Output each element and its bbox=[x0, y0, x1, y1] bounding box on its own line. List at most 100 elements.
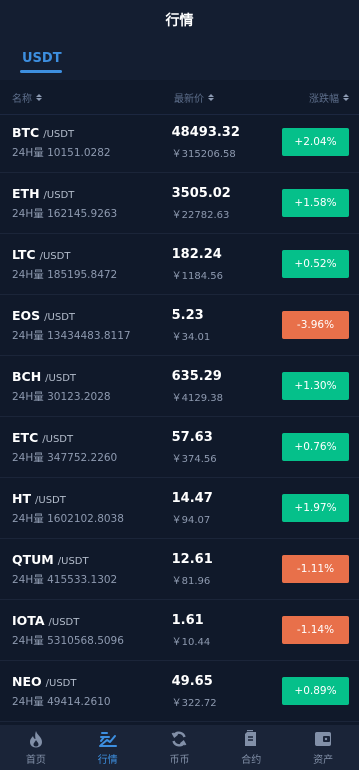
row-price-cell: 1.61 ￥10.44 bbox=[172, 613, 282, 648]
change-badge[interactable]: -3.96% bbox=[282, 311, 349, 339]
column-header: 名称 最新价 涨跌幅 bbox=[0, 80, 359, 115]
pair-symbol: IOTA bbox=[12, 612, 45, 628]
pair-quote: /USDT bbox=[48, 616, 80, 628]
last-price: 1.61 bbox=[171, 612, 204, 628]
change-badge[interactable]: +0.76% bbox=[282, 433, 349, 461]
change-badge[interactable]: +0.89% bbox=[282, 677, 349, 705]
pair-volume: 24H量 5310568.5096 bbox=[12, 634, 124, 647]
pair-line: BTC/USDT bbox=[12, 125, 172, 140]
pair-line: HT/USDT bbox=[12, 491, 172, 506]
row-change-cell: +0.76% bbox=[282, 433, 349, 461]
last-price: 12.61 bbox=[171, 551, 213, 567]
pair-volume: 24H量 185195.8472 bbox=[12, 268, 118, 281]
pair-line: QTUM/USDT bbox=[12, 552, 172, 567]
row-name-cell: NEO/USDT 24H量 49414.2610 bbox=[12, 674, 172, 709]
pair-volume: 24H量 162145.9263 bbox=[12, 207, 118, 220]
pair-symbol: LTC bbox=[12, 246, 36, 262]
tabbar-item-home[interactable]: 首页 bbox=[0, 725, 72, 770]
pair-symbol: QTUM bbox=[12, 551, 54, 567]
pair-symbol: BCH bbox=[12, 368, 42, 384]
row-name-cell: LTC/USDT 24H量 185195.8472 bbox=[12, 247, 172, 282]
change-badge[interactable]: +1.97% bbox=[282, 494, 349, 522]
table-row[interactable]: IOTA/USDT 24H量 5310568.5096 1.61 ￥10.44 -1.1… bbox=[0, 600, 359, 661]
sort-by-price[interactable]: 最新价 bbox=[174, 90, 294, 105]
pair-quote: /USDT bbox=[43, 128, 75, 140]
pair-quote: /USDT bbox=[43, 189, 75, 201]
pair-quote: /USDT bbox=[39, 250, 71, 262]
last-price: 49.65 bbox=[171, 673, 213, 689]
row-name-cell: QTUM/USDT 24H量 415533.1302 bbox=[12, 552, 172, 587]
change-badge[interactable]: -1.11% bbox=[282, 555, 349, 583]
market-list: BTC/USDT 24H量 10151.0282 48493.32 ￥315206.5… bbox=[0, 112, 359, 722]
row-price-cell: 48493.32 ￥315206.58 bbox=[172, 125, 282, 160]
column-price-label: 最新价 bbox=[174, 93, 204, 105]
row-name-cell: HT/USDT 24H量 1602102.8038 bbox=[12, 491, 172, 526]
app-root: 行情 USDT 名称 最新价 涨跌幅 BTC/USDT 24H量 10151.02… bbox=[0, 0, 359, 770]
row-name-cell: BTC/USDT 24H量 10151.0282 bbox=[12, 125, 172, 160]
row-change-cell: +1.58% bbox=[282, 189, 349, 217]
tabbar-item-contract[interactable]: 合约 bbox=[215, 725, 287, 770]
tabbar-label: 首页 bbox=[25, 754, 46, 766]
pair-symbol: ETH bbox=[12, 185, 40, 201]
row-change-cell: +1.97% bbox=[282, 494, 349, 522]
table-row[interactable]: NEO/USDT 24H量 49414.2610 49.65 ￥322.72 +0.89… bbox=[0, 661, 359, 722]
pair-symbol: HT bbox=[12, 490, 31, 506]
tabbar-item-exchange[interactable]: 币币 bbox=[144, 725, 216, 770]
wallet-icon bbox=[314, 730, 332, 748]
change-badge[interactable]: +1.58% bbox=[282, 189, 349, 217]
row-price-cell: 5.23 ￥34.01 bbox=[172, 308, 282, 343]
pair-symbol: ETC bbox=[12, 429, 39, 445]
pair-volume: 24H量 30123.2028 bbox=[12, 390, 111, 403]
table-row[interactable]: QTUM/USDT 24H量 415533.1302 12.61 ￥81.96 -1.1… bbox=[0, 539, 359, 600]
change-badge[interactable]: +0.52% bbox=[282, 250, 349, 278]
chart-lines-icon bbox=[98, 730, 117, 748]
row-change-cell: -1.14% bbox=[282, 616, 349, 644]
row-name-cell: ETH/USDT 24H量 162145.9263 bbox=[12, 186, 172, 221]
table-row[interactable]: ETH/USDT 24H量 162145.9263 3505.02 ￥22782.63… bbox=[0, 173, 359, 234]
cny-price: ￥81.96 bbox=[171, 575, 211, 587]
change-badge[interactable]: +2.04% bbox=[282, 128, 349, 156]
pair-quote: /USDT bbox=[45, 372, 77, 384]
table-row[interactable]: ETC/USDT 24H量 347752.2260 57.63 ￥374.56 +0.7… bbox=[0, 417, 359, 478]
tab-active-indicator bbox=[20, 70, 62, 73]
row-change-cell: +2.04% bbox=[282, 128, 349, 156]
sort-icon bbox=[343, 93, 349, 101]
row-change-cell: -1.11% bbox=[282, 555, 349, 583]
pair-quote: /USDT bbox=[44, 311, 76, 323]
row-name-cell: ETC/USDT 24H量 347752.2260 bbox=[12, 430, 172, 465]
tab-usdt[interactable]: USDT bbox=[22, 51, 62, 66]
change-badge[interactable]: -1.14% bbox=[282, 616, 349, 644]
row-price-cell: 182.24 ￥1184.56 bbox=[172, 247, 282, 282]
row-change-cell: +0.89% bbox=[282, 677, 349, 705]
tabbar-item-assets[interactable]: 资产 bbox=[287, 725, 359, 770]
row-price-cell: 57.63 ￥374.56 bbox=[172, 430, 282, 465]
row-change-cell: +1.30% bbox=[282, 372, 349, 400]
last-price: 182.24 bbox=[171, 246, 222, 262]
sort-by-name[interactable]: 名称 bbox=[12, 90, 174, 105]
cny-price: ￥10.44 bbox=[171, 636, 211, 648]
row-name-cell: BCH/USDT 24H量 30123.2028 bbox=[12, 369, 172, 404]
table-row[interactable]: LTC/USDT 24H量 185195.8472 182.24 ￥1184.56 +0… bbox=[0, 234, 359, 295]
last-price: 3505.02 bbox=[171, 185, 231, 201]
row-price-cell: 14.47 ￥94.07 bbox=[172, 491, 282, 526]
top-header: 行情 bbox=[0, 0, 359, 40]
row-price-cell: 12.61 ￥81.96 bbox=[172, 552, 282, 587]
change-badge[interactable]: +1.30% bbox=[282, 372, 349, 400]
document-icon bbox=[242, 729, 260, 748]
pair-line: IOTA/USDT bbox=[12, 613, 172, 628]
cny-price: ￥1184.56 bbox=[171, 270, 223, 282]
table-row[interactable]: BTC/USDT 24H量 10151.0282 48493.32 ￥315206.5… bbox=[0, 112, 359, 173]
pair-line: ETC/USDT bbox=[12, 430, 172, 445]
sort-by-change[interactable]: 涨跌幅 bbox=[294, 90, 349, 105]
row-name-cell: EOS/USDT 24H量 13434483.8117 bbox=[12, 308, 172, 343]
table-row[interactable]: EOS/USDT 24H量 13434483.8117 5.23 ￥34.01 -3.9… bbox=[0, 295, 359, 356]
table-row[interactable]: HT/USDT 24H量 1602102.8038 14.47 ￥94.07 +1.97… bbox=[0, 478, 359, 539]
table-row[interactable]: BCH/USDT 24H量 30123.2028 635.29 ￥4129.38 +1.… bbox=[0, 356, 359, 417]
pair-quote: /USDT bbox=[45, 677, 77, 689]
row-price-cell: 635.29 ￥4129.38 bbox=[172, 369, 282, 404]
last-price: 14.47 bbox=[171, 490, 213, 506]
row-name-cell: IOTA/USDT 24H量 5310568.5096 bbox=[12, 613, 172, 648]
tabbar-item-market[interactable]: 行情 bbox=[72, 725, 144, 770]
row-price-cell: 3505.02 ￥22782.63 bbox=[172, 186, 282, 221]
pair-volume: 24H量 415533.1302 bbox=[12, 573, 118, 586]
